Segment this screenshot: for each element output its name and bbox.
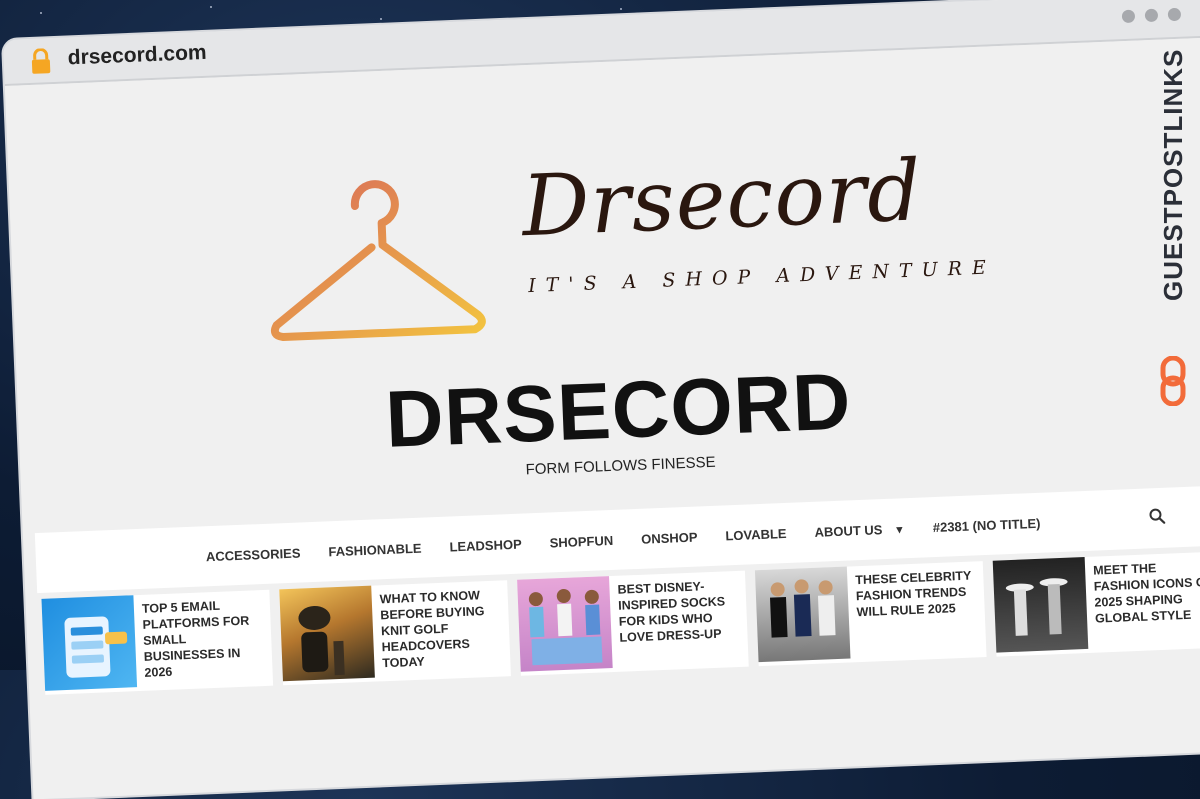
search-icon[interactable] — [1149, 508, 1166, 525]
nav-item-accessories[interactable]: ACCESSORIES — [206, 545, 301, 564]
nav-item-about-us[interactable]: ABOUT US ▼ — [814, 521, 905, 540]
post-title[interactable]: WHAT TO KNOW BEFORE BUYING KNIT GOLF HEA… — [379, 580, 511, 681]
post-thumbnail[interactable] — [992, 557, 1089, 653]
nav-item-label: ABOUT US — [814, 521, 883, 540]
fashion-icons-photo-icon — [1005, 578, 1068, 636]
link-chain-icon — [1160, 356, 1186, 406]
nav-item-shopfun[interactable]: SHOPFUN — [549, 532, 613, 550]
post-card[interactable]: MEET THE FASHION ICONS OF 2025 SHAPING G… — [992, 551, 1200, 657]
post-thumbnail[interactable] — [517, 576, 613, 672]
post-card[interactable]: BEST DISNEY-INSPIRED SOCKS FOR KIDS WHO … — [517, 570, 749, 676]
post-title[interactable]: BEST DISNEY-INSPIRED SOCKS FOR KIDS WHO … — [617, 571, 749, 672]
browser-window: drsecord.com Drsecord IT'S A SHOP ADVENT… — [3, 0, 1200, 799]
post-thumbnail[interactable] — [41, 595, 138, 691]
post-card[interactable]: THESE CELEBRITY FASHION TRENDS WILL RULE… — [754, 561, 987, 667]
chevron-down-icon: ▼ — [893, 523, 906, 537]
email-platform-illustration-icon — [64, 616, 128, 678]
nav-item-no-title[interactable]: #2381 (NO TITLE) — [933, 515, 1041, 534]
post-card[interactable]: TOP 5 EMAIL PLATFORMS FOR SMALL BUSINESS… — [41, 589, 274, 695]
post-title[interactable]: MEET THE FASHION ICONS OF 2025 SHAPING G… — [1093, 552, 1200, 653]
post-thumbnail[interactable] — [279, 585, 375, 682]
post-thumbnail[interactable] — [754, 566, 851, 663]
nav-item-onshop[interactable]: ONSHOP — [641, 529, 698, 546]
kids-socks-photo-icon — [528, 588, 603, 666]
watermark-text: GUESTPOSTLINKS — [1158, 48, 1188, 301]
window-dot-icon[interactable] — [1144, 8, 1159, 23]
nav-item-lovable[interactable]: LOVABLE — [725, 525, 787, 542]
nav-item-leadshop[interactable]: LEADSHOP — [449, 536, 522, 554]
hanger-logo-icon — [270, 180, 486, 341]
logo-wordmark[interactable]: Drsecord — [520, 141, 923, 255]
window-dot-icon[interactable] — [1121, 9, 1136, 24]
nav-item-fashionable[interactable]: FASHIONABLE — [328, 540, 422, 559]
site-header: Drsecord IT'S A SHOP ADVENTURE DRSECORD … — [4, 36, 1200, 534]
logo-tagline: IT'S A SHOP ADVENTURE — [527, 256, 997, 298]
post-title[interactable]: TOP 5 EMAIL PLATFORMS FOR SMALL BUSINESS… — [141, 590, 273, 691]
post-title[interactable]: THESE CELEBRITY FASHION TRENDS WILL RULE… — [855, 561, 987, 662]
golf-headcover-photo-icon — [298, 605, 345, 676]
lock-icon — [31, 48, 51, 74]
address-bar-url[interactable]: drsecord.com — [67, 41, 207, 71]
celebrity-fashion-photo-icon — [769, 579, 836, 638]
guestpostlinks-watermark: GUESTPOSTLINKS — [1154, 49, 1194, 406]
